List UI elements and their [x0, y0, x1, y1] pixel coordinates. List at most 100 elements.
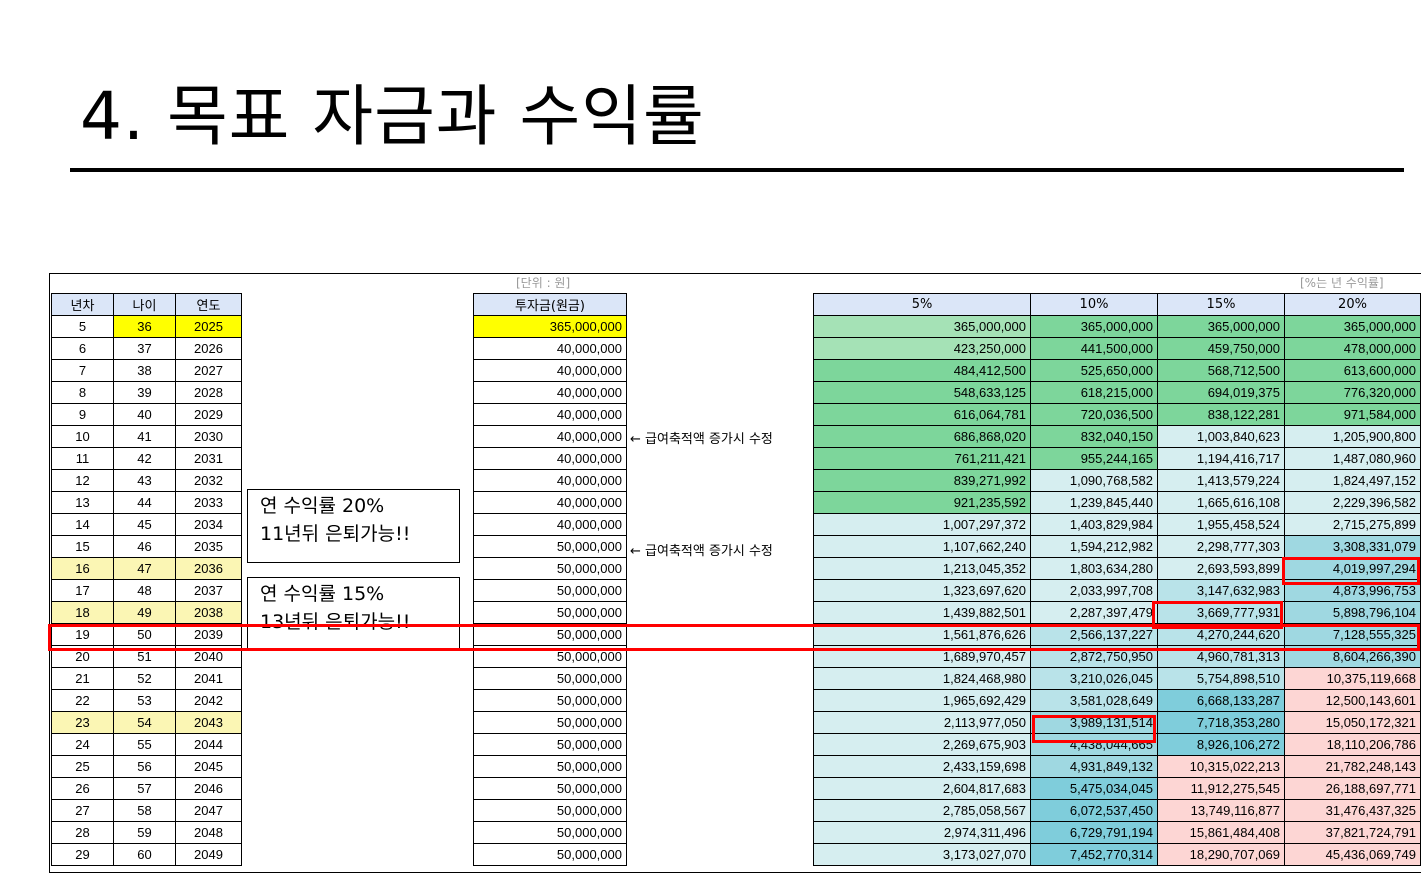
cell-investment: 50,000,000	[473, 799, 627, 822]
cell-year: 2041	[175, 667, 242, 690]
header-investment: 투자금(원금)	[473, 293, 627, 316]
table-row: 1,007,297,372 1,403,829,984 1,955,458,524 2…	[813, 513, 1421, 536]
cell-year-index: 29	[51, 843, 114, 866]
cell-rate-15: 1,665,616,108	[1157, 491, 1285, 514]
table-row: 27 58 2047	[51, 799, 242, 822]
cell-investment: 40,000,000	[473, 447, 627, 470]
cell-rate-5: 1,824,468,980	[813, 667, 1031, 690]
table-row: 761,211,421 955,244,165 1,194,416,717 1,487…	[813, 447, 1421, 470]
cell-age: 52	[113, 667, 176, 690]
cell-year-index: 8	[51, 381, 114, 404]
cell-year-index: 9	[51, 403, 114, 426]
cell-rate-15: 1,955,458,524	[1157, 513, 1285, 536]
cell-year-index: 17	[51, 579, 114, 602]
table-row: 1,107,662,240 1,594,212,982 2,298,777,303 3…	[813, 535, 1421, 558]
cell-rate-10: 4,931,849,132	[1030, 755, 1158, 778]
cell-year-index: 21	[51, 667, 114, 690]
cell-rate-20: 1,205,900,800	[1284, 425, 1421, 448]
table-row: 1,965,692,429 3,581,028,649 6,668,133,287 1…	[813, 689, 1421, 712]
table-row: 18 49 2038	[51, 601, 242, 624]
cell-investment: 40,000,000	[473, 425, 627, 448]
cell-investment: 50,000,000	[473, 755, 627, 778]
cell-investment: 50,000,000	[473, 601, 627, 624]
table-row: 50,000,000	[473, 579, 627, 602]
edit-note-2035: ← 급여축적액 증가시 수정	[630, 544, 773, 559]
header-rate-15: 15%	[1157, 293, 1285, 316]
cell-rate-10: 525,650,000	[1030, 359, 1158, 382]
cell-year: 2043	[175, 711, 242, 734]
table-row: 548,633,125 618,215,000 694,019,375 776,320…	[813, 381, 1421, 404]
cell-rate-15: 694,019,375	[1157, 381, 1285, 404]
table-row: 50,000,000	[473, 733, 627, 756]
table-row: 616,064,781 720,036,500 838,122,281 971,584…	[813, 403, 1421, 426]
cell-age: 49	[113, 601, 176, 624]
cell-age: 58	[113, 799, 176, 822]
table-row: 21 52 2041	[51, 667, 242, 690]
cell-year-index: 16	[51, 557, 114, 580]
table-row: 40,000,000	[473, 469, 627, 492]
table-row: 50,000,000	[473, 755, 627, 778]
table-row: 50,000,000	[473, 667, 627, 690]
cell-year-index: 18	[51, 601, 114, 624]
cell-age: 59	[113, 821, 176, 844]
table-row: 23 54 2043	[51, 711, 242, 734]
cell-rate-15: 2,693,593,899	[1157, 557, 1285, 580]
cell-age: 36	[113, 315, 176, 338]
cell-year-index: 5	[51, 315, 114, 338]
table-row: 2,433,159,698 4,931,849,132 10,315,022,213…	[813, 755, 1421, 778]
table-row: 50,000,000	[473, 777, 627, 800]
table-row: 839,271,992 1,090,768,582 1,413,579,224 1,8…	[813, 469, 1421, 492]
cell-year-index: 13	[51, 491, 114, 514]
cell-age: 41	[113, 425, 176, 448]
table-row: 50,000,000	[473, 601, 627, 624]
cell-investment: 40,000,000	[473, 469, 627, 492]
table-row: 22 53 2042	[51, 689, 242, 712]
table-row: 686,868,020 832,040,150 1,003,840,623 1,205…	[813, 425, 1421, 448]
cell-year-index: 6	[51, 337, 114, 360]
table-row: 17 48 2037	[51, 579, 242, 602]
header-age: 나이	[113, 293, 176, 316]
cell-rate-5: 1,107,662,240	[813, 535, 1031, 558]
cell-rate-15: 5,754,898,510	[1157, 667, 1285, 690]
investment-table: 투자금(원금) 365,000,000 40,000,000 40,000,000 4…	[473, 293, 627, 866]
cell-rate-15: 568,712,500	[1157, 359, 1285, 382]
cell-rate-5: 1,007,297,372	[813, 513, 1031, 536]
cell-year-index: 10	[51, 425, 114, 448]
cell-age: 48	[113, 579, 176, 602]
cell-rate-5: 1,323,697,620	[813, 579, 1031, 602]
page-title: 4. 목표 자금과 수익률	[80, 78, 705, 155]
table-row: 40,000,000	[473, 359, 627, 382]
cell-rate-20: 37,821,724,791	[1284, 821, 1421, 844]
cell-investment: 50,000,000	[473, 821, 627, 844]
table-row: 11 42 2031	[51, 447, 242, 470]
cell-investment: 50,000,000	[473, 667, 627, 690]
cell-age: 45	[113, 513, 176, 536]
cell-rate-15: 1,003,840,623	[1157, 425, 1285, 448]
cell-investment: 50,000,000	[473, 733, 627, 756]
cell-year: 2049	[175, 843, 242, 866]
cell-rate-10: 7,452,770,314	[1030, 843, 1158, 866]
cell-age: 39	[113, 381, 176, 404]
cell-year: 2047	[175, 799, 242, 822]
cell-rate-20: 26,188,697,771	[1284, 777, 1421, 800]
table-row: 7 38 2027	[51, 359, 242, 382]
cell-rate-20: 1,824,497,152	[1284, 469, 1421, 492]
callout-20-line2: 11년뒤 은퇴가능!!	[260, 523, 411, 545]
cell-rate-15: 1,413,579,224	[1157, 469, 1285, 492]
cell-rate-10: 6,072,537,450	[1030, 799, 1158, 822]
cell-year-index: 23	[51, 711, 114, 734]
cell-year-index: 15	[51, 535, 114, 558]
cell-year: 2035	[175, 535, 242, 558]
cell-age: 60	[113, 843, 176, 866]
cell-rate-10: 6,729,791,194	[1030, 821, 1158, 844]
cell-rate-20: 21,782,248,143	[1284, 755, 1421, 778]
cell-age: 56	[113, 755, 176, 778]
cell-year: 2045	[175, 755, 242, 778]
cell-rate-10: 720,036,500	[1030, 403, 1158, 426]
cell-rate-20: 18,110,206,786	[1284, 733, 1421, 756]
edit-note-2030: ← 급여축적액 증가시 수정	[630, 432, 773, 447]
cell-year-index: 7	[51, 359, 114, 382]
cell-year: 2033	[175, 491, 242, 514]
cell-year: 2026	[175, 337, 242, 360]
cell-rate-5: 423,250,000	[813, 337, 1031, 360]
